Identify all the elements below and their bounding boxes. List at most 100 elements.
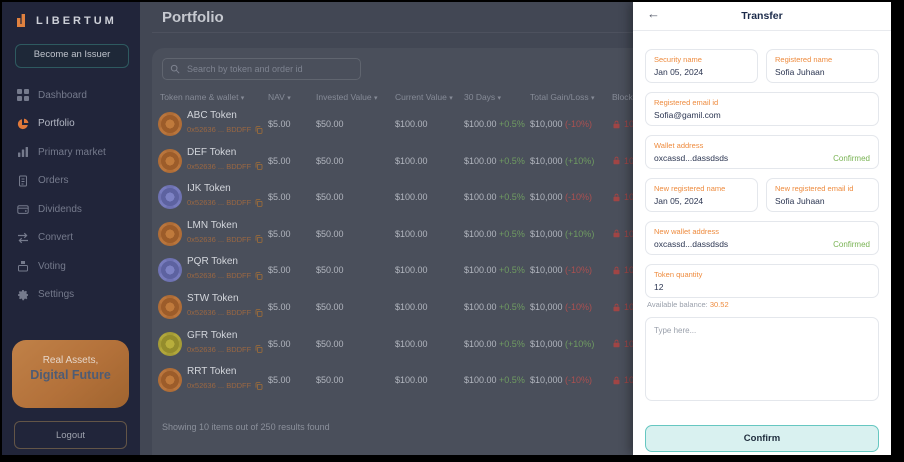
available-balance: Available balance: 30.52 [647, 300, 879, 309]
blocked-value: 10 [612, 229, 634, 239]
gain-loss-change: (+10%) [565, 156, 594, 166]
wallet-address-field[interactable]: Wallet address oxcassd...dassdsds Confir… [645, 135, 879, 169]
invested-value: $50.00 [316, 229, 344, 239]
sidebar-item-dividends[interactable]: Dividends [2, 195, 140, 224]
security-name-value: Jan 05, 2024 [654, 67, 749, 77]
lock-icon [612, 266, 621, 275]
sidebar-item-label: Primary market [38, 147, 106, 158]
registered-name-field[interactable]: Registered name Sofia Juhaan [766, 49, 879, 83]
invested-value: $50.00 [316, 375, 344, 385]
blocked-value: 10 [612, 119, 634, 129]
registered-email-value: Sofia@gamil.com [654, 110, 870, 120]
registered-email-field[interactable]: Registered email id Sofia@gamil.com [645, 92, 879, 126]
become-issuer-button[interactable]: Become an Issuer [15, 44, 129, 68]
token-name: RRT Token [187, 366, 263, 377]
copy-icon[interactable] [255, 309, 263, 317]
new-registered-email-value: Sofia Juhaan [775, 196, 870, 206]
security-name-field[interactable]: Security name Jan 05, 2024 [645, 49, 758, 83]
note-textarea[interactable] [645, 317, 879, 401]
token-coin-icon [158, 112, 182, 136]
promo-line1: Real Assets, [12, 355, 129, 366]
current-value: $100.00 [395, 192, 428, 202]
app-window: LIBERTUM Become an Issuer Dashboard Portf… [2, 2, 891, 455]
confirm-button[interactable]: Confirm [645, 425, 879, 452]
blocked-value: 10 [612, 339, 634, 349]
gain-loss-change: (-10%) [565, 119, 592, 129]
sidebar: LIBERTUM Become an Issuer Dashboard Portf… [2, 2, 140, 455]
available-balance-label: Available balance: [647, 300, 708, 309]
wallet-address-short: 0x52636 ... BDDFF [187, 345, 251, 354]
total-gain-loss-value: $10,000 (+10%) [530, 339, 594, 349]
convert-icon [17, 232, 29, 244]
gain-loss-change: (-10%) [565, 302, 592, 312]
sidebar-item-label: Settings [38, 289, 74, 300]
new-wallet-address-label: New wallet address [654, 227, 870, 236]
copy-icon[interactable] [255, 235, 263, 243]
new-wallet-address-value: oxcassd...dassdsds [654, 239, 728, 249]
token-name: GFR Token [187, 330, 263, 341]
available-balance-value: 30.52 [710, 300, 729, 309]
settings-icon [17, 289, 29, 301]
sidebar-item-primary-market[interactable]: Primary market [2, 138, 140, 167]
page-title: Portfolio [162, 9, 224, 26]
blocked-value: 10 [612, 375, 634, 385]
dividends-icon [17, 203, 29, 215]
copy-icon[interactable] [255, 162, 263, 170]
sidebar-item-dashboard[interactable]: Dashboard [2, 81, 140, 110]
logout-button[interactable]: Logout [14, 421, 127, 449]
sidebar-menu: Dashboard Portfolio Primary market OrdersDi… [2, 81, 140, 309]
transfer-form: Security name Jan 05, 2024 Registered na… [633, 31, 891, 452]
invested-value: $50.00 [316, 192, 344, 202]
thirty-days-change: +0.5% [499, 302, 525, 312]
copy-icon[interactable] [255, 345, 263, 353]
blocked-value: 10 [612, 302, 634, 312]
lock-icon [612, 120, 621, 129]
lock-icon [612, 339, 621, 348]
sidebar-item-settings[interactable]: Settings [2, 281, 140, 310]
lock-icon [612, 376, 621, 385]
token-quantity-label: Token quantity [654, 270, 870, 279]
sidebar-item-label: Portfolio [38, 118, 75, 129]
total-gain-loss-value: $10,000 (-10%) [530, 192, 592, 202]
token-coin-icon [158, 368, 182, 392]
new-registered-email-field[interactable]: New registered email id Sofia Juhaan [766, 178, 879, 212]
lock-icon [612, 303, 621, 312]
token-coin-icon [158, 295, 182, 319]
invested-value: $50.00 [316, 265, 344, 275]
token-name: STW Token [187, 293, 263, 304]
registered-name-value: Sofia Juhaan [775, 67, 870, 77]
copy-icon[interactable] [255, 382, 263, 390]
copy-icon[interactable] [255, 199, 263, 207]
blocked-value: 10 [612, 265, 634, 275]
total-gain-loss-value: $10,000 (-10%) [530, 375, 592, 385]
nav-value: $5.00 [268, 229, 291, 239]
token-coin-icon [158, 258, 182, 282]
nav-value: $5.00 [268, 339, 291, 349]
copy-icon[interactable] [255, 126, 263, 134]
token-name: IJK Token [187, 183, 263, 194]
invested-value: $50.00 [316, 339, 344, 349]
transfer-panel-header: ← Transfer [633, 2, 891, 31]
thirty-days-change: +0.5% [499, 265, 525, 275]
nav-value: $5.00 [268, 375, 291, 385]
sidebar-item-voting[interactable]: Voting [2, 252, 140, 281]
registered-name-label: Registered name [775, 55, 870, 64]
sidebar-item-orders[interactable]: Orders [2, 167, 140, 196]
back-arrow-icon[interactable]: ← [647, 6, 660, 21]
token-coin-icon [158, 332, 182, 356]
total-gain-loss-value: $10,000 (+10%) [530, 229, 594, 239]
sidebar-item-portfolio[interactable]: Portfolio [2, 110, 140, 139]
token-name: PQR Token [187, 256, 263, 267]
total-gain-loss-value: $10,000 (-10%) [530, 265, 592, 275]
new-registered-name-field[interactable]: New registered name Jan 05, 2024 [645, 178, 758, 212]
invested-value: $50.00 [316, 302, 344, 312]
primary-market-icon [17, 146, 29, 158]
nav-value: $5.00 [268, 265, 291, 275]
wallet-address-short: 0x52636 ... BDDFF [187, 198, 251, 207]
sidebar-item-convert[interactable]: Convert [2, 224, 140, 253]
new-wallet-address-field[interactable]: New wallet address oxcassd...dassdsds Co… [645, 221, 879, 255]
brand-logo: LIBERTUM [2, 2, 140, 27]
lock-icon [612, 156, 621, 165]
copy-icon[interactable] [255, 272, 263, 280]
token-quantity-field[interactable]: Token quantity 12 [645, 264, 879, 298]
